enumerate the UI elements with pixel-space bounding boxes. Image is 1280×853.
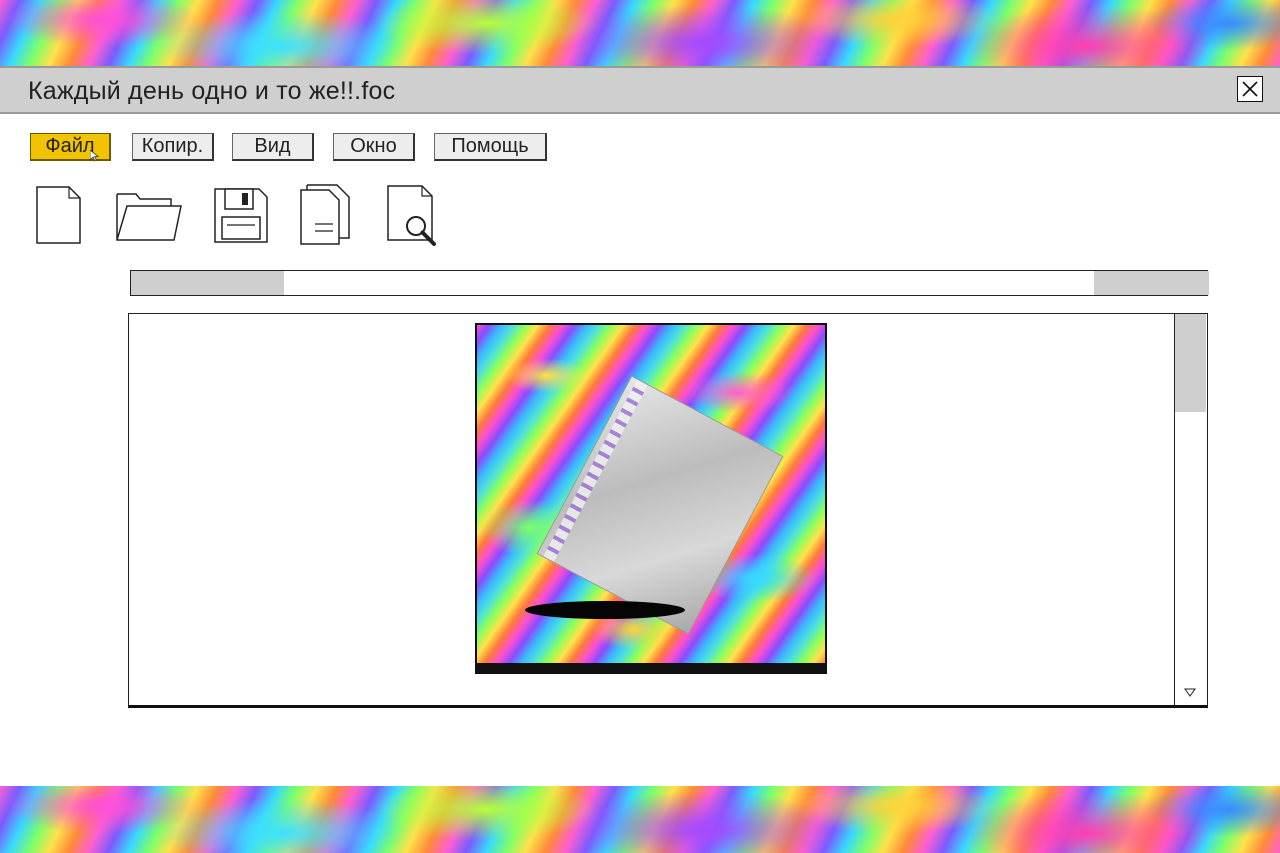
window-titlebar: Каждый день одно и то же!!.foc	[0, 66, 1280, 114]
save-floppy-icon[interactable]	[213, 187, 269, 245]
ruler-right-margin	[1094, 271, 1209, 295]
ruler-left-margin	[131, 271, 284, 295]
document-image	[475, 323, 827, 674]
copy-document-icon[interactable]	[299, 184, 353, 248]
document-canvas[interactable]	[128, 313, 1208, 708]
window-title: Каждый день одно и то же!!.foc	[28, 77, 396, 105]
vertical-scrollbar[interactable]	[1174, 314, 1206, 705]
menu-window[interactable]: Окно	[333, 133, 415, 161]
menu-help[interactable]: Помощь	[434, 133, 547, 161]
close-icon	[1242, 81, 1258, 97]
close-button[interactable]	[1237, 76, 1263, 102]
ruler[interactable]	[130, 270, 1209, 296]
preview-search-icon[interactable]	[386, 184, 440, 248]
decorative-background-bottom	[0, 786, 1280, 853]
decorative-background-top	[0, 0, 1280, 66]
menu-view[interactable]: Вид	[232, 133, 314, 161]
scroll-down-arrow-icon[interactable]	[1184, 688, 1196, 697]
mouse-cursor-icon	[90, 150, 99, 162]
menu-copy[interactable]: Копир.	[132, 133, 214, 161]
black-shadow-shape	[525, 601, 685, 619]
scrollbar-thumb[interactable]	[1175, 314, 1206, 412]
new-document-icon[interactable]	[35, 184, 83, 246]
open-folder-icon[interactable]	[114, 188, 184, 244]
